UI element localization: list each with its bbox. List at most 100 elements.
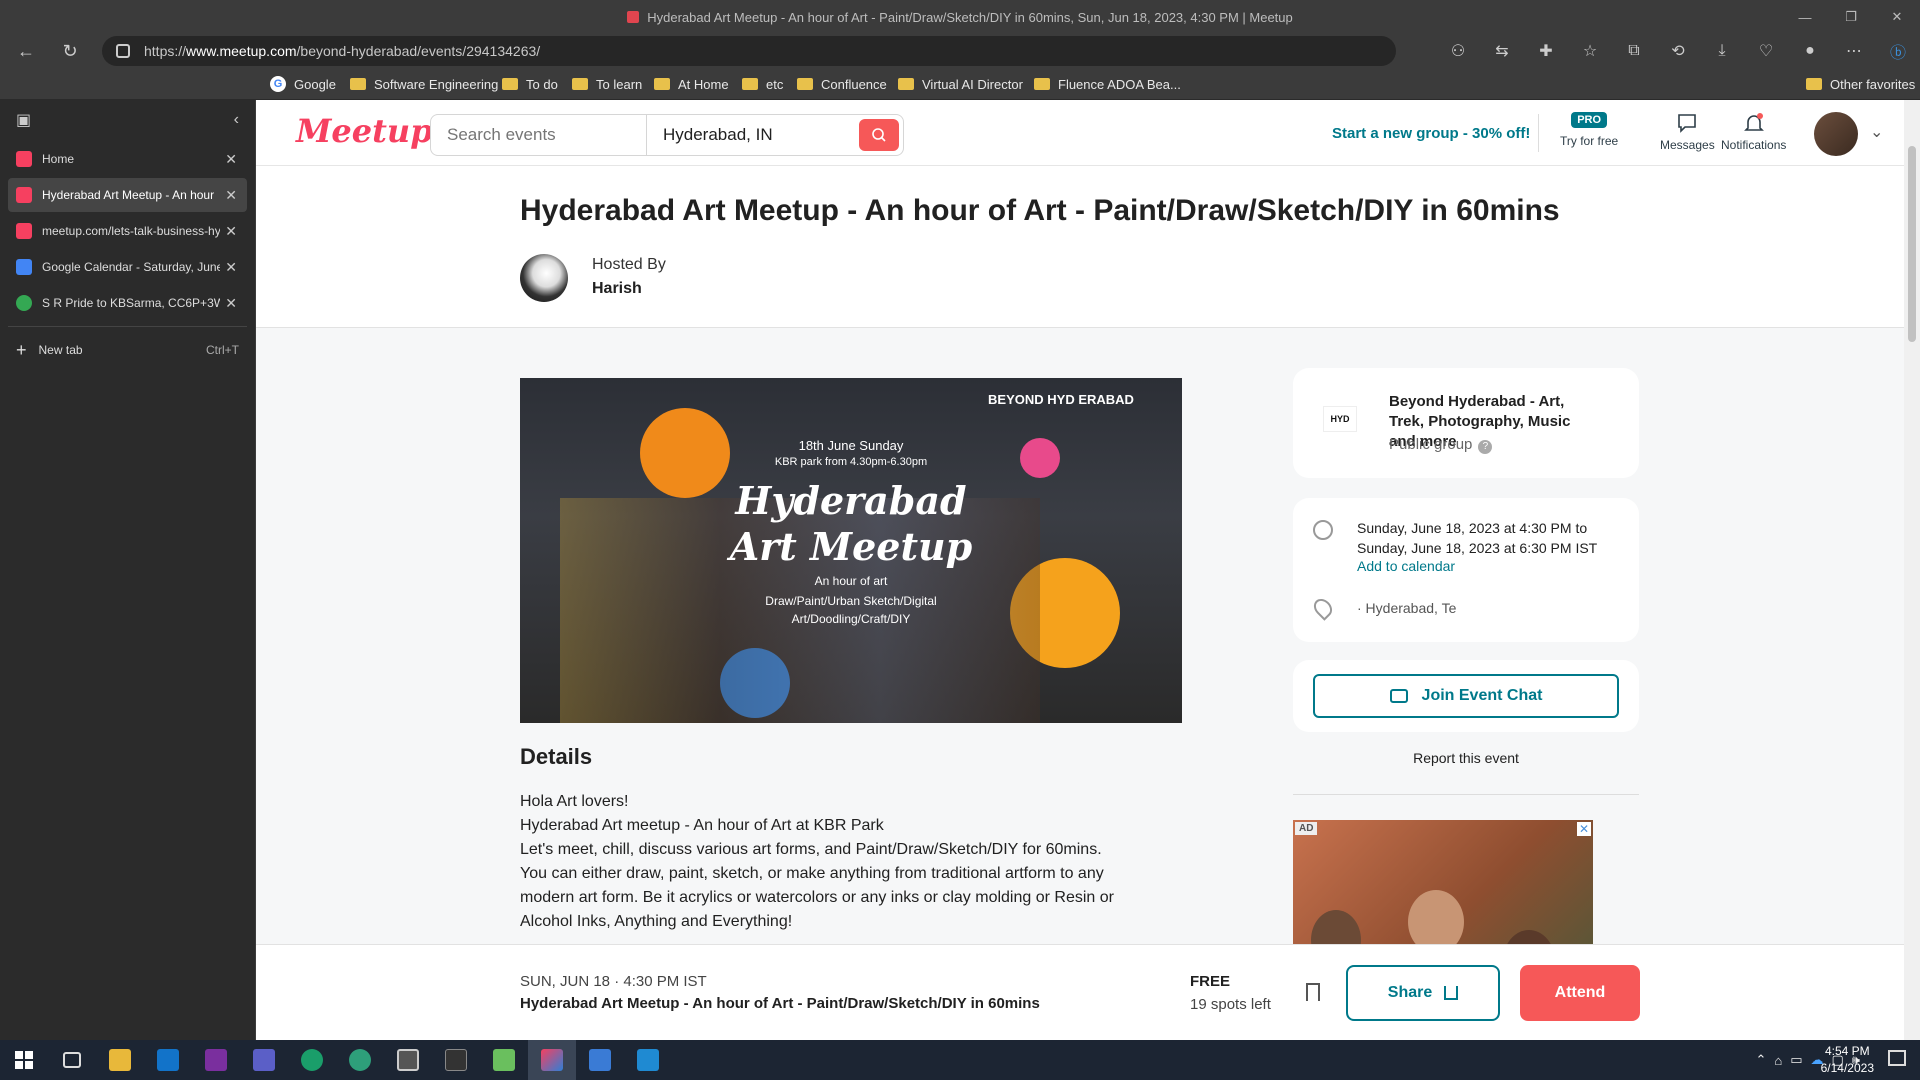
tab-actions-icon[interactable]: ▣ — [16, 110, 31, 130]
bookmark-etc[interactable]: etc — [742, 68, 783, 100]
collections-icon[interactable]: ⧉ — [1612, 34, 1656, 68]
tab-google-maps[interactable]: S R Pride to KBSarma, CC6P+3W5 ✕ — [8, 286, 247, 320]
image-brand: BEYOND HYD ERABAD — [988, 392, 1134, 407]
host-name[interactable]: Harish — [592, 280, 642, 298]
url-field[interactable]: https:// www.meetup.com /beyond-hyderaba… — [102, 36, 1396, 66]
taskbar-app[interactable] — [336, 1040, 384, 1080]
bookmark-virtual-ai-director[interactable]: Virtual AI Director — [898, 68, 1023, 100]
battery-icon[interactable]: ▭ — [1790, 1052, 1802, 1068]
close-window-button[interactable]: ✕ — [1874, 0, 1920, 34]
chevron-up-icon[interactable]: ⌃ — [1755, 1052, 1766, 1068]
image-sub-3: Art/Doodling/Craft/DIY — [791, 612, 911, 626]
history-icon[interactable]: ⟲ — [1656, 34, 1700, 68]
taskbar-onenote[interactable] — [192, 1040, 240, 1080]
task-view-icon — [63, 1052, 81, 1068]
messages-button[interactable]: Messages — [1660, 112, 1715, 152]
bookmark-other-favorites[interactable]: Other favorites — [1806, 68, 1915, 100]
taskbar-chrome[interactable] — [288, 1040, 336, 1080]
sidebar-top: ▣ ‹ — [0, 100, 255, 140]
taskbar-edge[interactable] — [528, 1040, 576, 1080]
page-scrollbar[interactable] — [1904, 100, 1920, 1040]
meetup-logo[interactable]: Meetup — [296, 112, 433, 150]
close-tab-icon[interactable]: ✕ — [225, 151, 237, 168]
try-pro-button[interactable]: PRO Try for free — [1560, 112, 1618, 148]
close-tab-icon[interactable]: ✕ — [225, 259, 237, 276]
restore-button[interactable]: ❐ — [1828, 0, 1874, 34]
close-tab-icon[interactable]: ✕ — [225, 295, 237, 312]
location-input[interactable]: Hyderabad, IN — [647, 115, 855, 155]
add-to-calendar-link[interactable]: Add to calendar — [1357, 558, 1455, 574]
image-sub-2: Draw/Paint/Urban Sketch/Digital — [765, 594, 937, 608]
taskbar-teams[interactable] — [240, 1040, 288, 1080]
scrollbar-thumb[interactable] — [1908, 146, 1916, 342]
bookmark-software-engineering[interactable]: Software Engineering — [350, 68, 498, 100]
bookmark-fluence[interactable]: Fluence ADOA Bea... — [1034, 68, 1181, 100]
host-avatar[interactable] — [520, 254, 568, 302]
back-button[interactable]: ← — [8, 36, 44, 66]
pro-badge: PRO — [1571, 112, 1608, 128]
image-venue: KBR park from 4.30pm-6.30pm — [774, 456, 928, 468]
start-button[interactable] — [0, 1040, 48, 1080]
taskbar-outlook[interactable] — [144, 1040, 192, 1080]
url-prefix: https:// — [144, 43, 187, 59]
divider — [8, 326, 247, 327]
extensions-icon[interactable]: ⚇ — [1436, 34, 1480, 68]
taskbar-store[interactable] — [576, 1040, 624, 1080]
close-tab-icon[interactable]: ✕ — [225, 223, 237, 240]
performance-icon[interactable]: ♡ — [1744, 34, 1788, 68]
store-icon — [589, 1049, 611, 1071]
edge-icon — [541, 1049, 563, 1071]
notification-center-icon[interactable] — [1888, 1050, 1906, 1066]
folder-icon — [654, 78, 670, 90]
event-location[interactable]: · Hyderabad, Te — [1357, 600, 1456, 616]
calendar-icon — [16, 259, 32, 275]
taskbar-clock[interactable]: 4:54 PM 6/14/2023 — [1821, 1043, 1874, 1077]
task-view-button[interactable] — [48, 1040, 96, 1080]
translate-icon[interactable]: ⇆ — [1480, 34, 1524, 68]
bookmark-to-learn[interactable]: To learn — [572, 68, 642, 100]
share-button[interactable]: Share — [1346, 965, 1500, 1021]
profile-icon[interactable]: ● — [1788, 34, 1832, 68]
bookmark-at-home[interactable]: At Home — [654, 68, 729, 100]
minimize-button[interactable]: — — [1782, 0, 1828, 34]
taskbar-vscode[interactable] — [624, 1040, 672, 1080]
join-event-chat-button[interactable]: Join Event Chat — [1313, 674, 1619, 718]
network-icon[interactable]: ⌂ — [1774, 1053, 1782, 1068]
group-card[interactable]: HYD Beyond Hyderabad - Art, Trek, Photog… — [1293, 368, 1639, 478]
start-group-link[interactable]: Start a new group - 30% off! — [1332, 125, 1530, 142]
search-button[interactable] — [859, 119, 899, 151]
downloads-icon[interactable]: ⤓ — [1700, 34, 1744, 68]
help-icon[interactable]: ? — [1478, 440, 1493, 454]
bing-icon[interactable]: ⓑ — [1876, 34, 1920, 68]
clock-icon — [1313, 520, 1333, 540]
bookmark-confluence[interactable]: Confluence — [797, 68, 887, 100]
taskbar-notepad[interactable] — [480, 1040, 528, 1080]
bookmark-google[interactable]: G Google — [270, 68, 336, 100]
user-avatar[interactable] — [1814, 112, 1858, 156]
tab-hyderabad-art-meetup[interactable]: Hyderabad Art Meetup - An hour ✕ — [8, 178, 247, 212]
notifications-button[interactable]: Notifications — [1721, 112, 1786, 152]
favorites-icon[interactable]: ☆ — [1568, 34, 1612, 68]
chevron-down-icon[interactable]: ⌄ — [1870, 122, 1883, 142]
refresh-button[interactable]: ↻ — [52, 36, 88, 66]
taskbar-file-explorer[interactable] — [96, 1040, 144, 1080]
tab-google-calendar[interactable]: Google Calendar - Saturday, June ✕ — [8, 250, 247, 284]
attend-button[interactable]: Attend — [1520, 965, 1640, 1021]
collapse-sidebar-icon[interactable]: ‹ — [234, 111, 239, 129]
taskbar-snipping[interactable] — [384, 1040, 432, 1080]
close-tab-icon[interactable]: ✕ — [225, 187, 237, 204]
tab-lets-talk-business[interactable]: meetup.com/lets-talk-business-hy ✕ — [8, 214, 247, 248]
report-event-link[interactable]: Report this event — [1293, 750, 1639, 766]
google-icon: G — [270, 76, 286, 92]
taskbar-terminal[interactable] — [432, 1040, 480, 1080]
window-controls: — ❐ ✕ — [1782, 0, 1920, 34]
puzzle-icon[interactable]: ✚ — [1524, 34, 1568, 68]
new-tab-button[interactable]: + New tab Ctrl+T — [8, 333, 247, 367]
bookmark-todo[interactable]: To do — [502, 68, 558, 100]
more-icon[interactable]: ⋯ — [1832, 34, 1876, 68]
bookmark-icon[interactable] — [1306, 983, 1320, 1001]
search-events-input[interactable]: Search events — [431, 115, 647, 155]
tab-home[interactable]: Home ✕ — [8, 142, 247, 176]
folder-icon — [572, 78, 588, 90]
close-ad-icon[interactable]: ✕ — [1577, 822, 1591, 836]
